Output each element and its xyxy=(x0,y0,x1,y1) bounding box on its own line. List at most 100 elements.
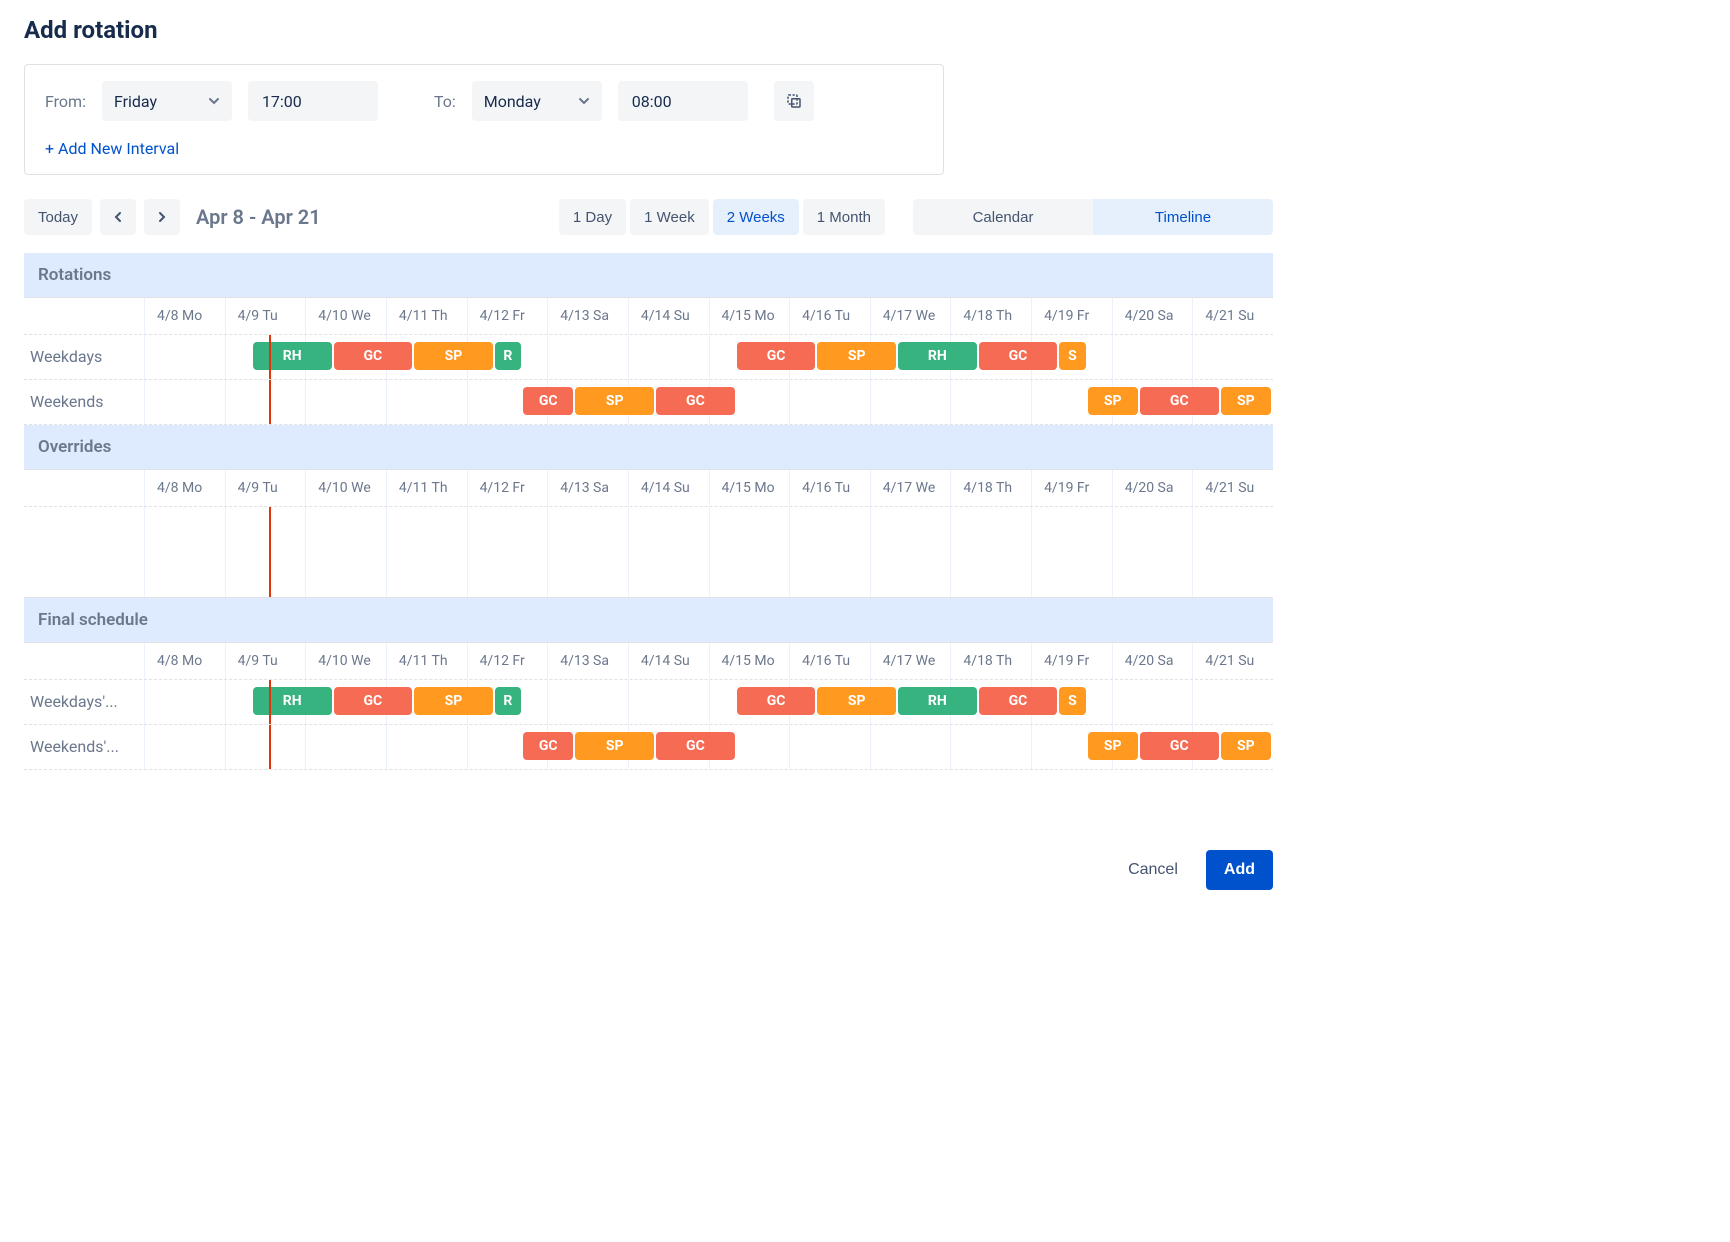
shift-GC[interactable]: GC xyxy=(979,342,1058,370)
section-final: Final schedule xyxy=(24,598,1273,642)
day-header-cell: 4/14 Su xyxy=(628,643,709,679)
day-header-cell: 4/12 Fr xyxy=(467,298,548,334)
shift-GC[interactable]: GC xyxy=(737,687,816,715)
section-overrides: Overrides xyxy=(24,425,1273,469)
to-day-select[interactable]: Monday xyxy=(472,81,602,121)
row-label: Weekends xyxy=(24,380,144,424)
shift-SP[interactable]: SP xyxy=(1088,732,1138,760)
from-day-select[interactable]: Friday xyxy=(102,81,232,121)
shift-SP[interactable]: SP xyxy=(575,732,654,760)
shift-GC[interactable]: GC xyxy=(334,342,413,370)
day-header-cell: 4/16 Tu xyxy=(789,470,870,506)
chevron-down-icon xyxy=(578,95,590,107)
shift-GC[interactable]: GC xyxy=(656,732,735,760)
today-button[interactable]: Today xyxy=(24,199,92,235)
lane-weekends: Weekends GCSPGCSPGCSP xyxy=(24,380,1273,425)
day-header-cell: 4/11 Th xyxy=(386,470,467,506)
shift-SP[interactable]: SP xyxy=(414,342,493,370)
day-header-cell: 4/10 We xyxy=(305,298,386,334)
shift-GC[interactable]: GC xyxy=(979,687,1058,715)
day-header-cell: 4/19 Fr xyxy=(1031,643,1112,679)
shift-SP[interactable]: SP xyxy=(817,687,896,715)
shift-GC[interactable]: GC xyxy=(737,342,816,370)
day-header-cell: 4/14 Su xyxy=(628,298,709,334)
day-header-cell: 4/17 We xyxy=(870,643,951,679)
shift-RH[interactable]: RH xyxy=(253,342,332,370)
shift-R[interactable]: R xyxy=(495,687,521,715)
day-header-cell: 4/16 Tu xyxy=(789,643,870,679)
day-header-cell: 4/13 Sa xyxy=(547,470,628,506)
shift-S[interactable]: S xyxy=(1059,342,1085,370)
shift-S[interactable]: S xyxy=(1059,687,1085,715)
add-button[interactable]: Add xyxy=(1206,850,1273,890)
dialog-footer: Cancel Add xyxy=(24,850,1273,890)
shift-GC[interactable]: GC xyxy=(523,387,573,415)
shift-R[interactable]: R xyxy=(495,342,521,370)
view-timeline[interactable]: Timeline xyxy=(1093,199,1273,235)
view-segment: Calendar Timeline xyxy=(913,199,1273,235)
shift-SP[interactable]: SP xyxy=(414,687,493,715)
to-label: To: xyxy=(434,92,456,111)
lane-final-weekdays: Weekdays'... RHGCSPRGCSPRHGCS xyxy=(24,680,1273,725)
day-header-cell: 4/12 Fr xyxy=(467,643,548,679)
day-header-cell: 4/9 Tu xyxy=(225,470,306,506)
day-header-cell: 4/18 Th xyxy=(950,470,1031,506)
day-header-cell: 4/14 Su xyxy=(628,470,709,506)
prev-button[interactable] xyxy=(100,199,136,235)
page-title: Add rotation xyxy=(24,16,1273,44)
add-interval-link[interactable]: + Add New Interval xyxy=(45,139,179,158)
shift-GC[interactable]: GC xyxy=(1140,732,1219,760)
shift-SP[interactable]: SP xyxy=(1221,732,1271,760)
row-label: Weekdays'... xyxy=(24,680,144,724)
day-header-cell: 4/12 Fr xyxy=(467,470,548,506)
row-label: Weekdays xyxy=(24,335,144,379)
view-calendar[interactable]: Calendar xyxy=(913,199,1093,235)
day-header-cell: 4/8 Mo xyxy=(144,298,225,334)
overrides-empty xyxy=(24,507,1273,598)
day-header-cell: 4/21 Su xyxy=(1192,643,1273,679)
to-time-input[interactable]: 08:00 xyxy=(618,81,748,121)
lane-weekdays: Weekdays RHGCSPRGCSPRHGCS xyxy=(24,335,1273,380)
day-header-cell: 4/19 Fr xyxy=(1031,298,1112,334)
timeline-toolbar: Today Apr 8 - Apr 21 1 Day 1 Week 2 Week… xyxy=(24,199,1273,235)
period-1month[interactable]: 1 Month xyxy=(803,199,885,235)
copy-interval-button[interactable] xyxy=(774,81,814,121)
period-2weeks[interactable]: 2 Weeks xyxy=(713,199,799,235)
day-header-cell: 4/20 Sa xyxy=(1112,643,1193,679)
period-segment: 1 Day 1 Week 2 Weeks 1 Month xyxy=(559,199,885,235)
day-header-cell: 4/21 Su xyxy=(1192,298,1273,334)
day-header-cell: 4/21 Su xyxy=(1192,470,1273,506)
day-header: 4/8 Mo4/9 Tu4/10 We4/11 Th4/12 Fr4/13 Sa… xyxy=(24,470,1273,507)
chevron-left-icon xyxy=(112,211,124,223)
shift-SP[interactable]: SP xyxy=(1221,387,1271,415)
day-header-cell: 4/10 We xyxy=(305,643,386,679)
row-label: Weekends'... xyxy=(24,725,144,769)
day-header-cell: 4/9 Tu xyxy=(225,298,306,334)
period-1week[interactable]: 1 Week xyxy=(630,199,709,235)
date-range-label: Apr 8 - Apr 21 xyxy=(196,205,321,229)
shift-GC[interactable]: GC xyxy=(334,687,413,715)
shift-SP[interactable]: SP xyxy=(1088,387,1138,415)
shift-SP[interactable]: SP xyxy=(575,387,654,415)
shift-RH[interactable]: RH xyxy=(898,687,977,715)
day-header-cell: 4/15 Mo xyxy=(709,470,790,506)
period-1day[interactable]: 1 Day xyxy=(559,199,626,235)
cancel-button[interactable]: Cancel xyxy=(1116,850,1190,890)
day-header-cell: 4/20 Sa xyxy=(1112,470,1193,506)
day-header-cell: 4/8 Mo xyxy=(144,643,225,679)
day-header: 4/8 Mo4/9 Tu4/10 We4/11 Th4/12 Fr4/13 Sa… xyxy=(24,298,1273,335)
shift-RH[interactable]: RH xyxy=(898,342,977,370)
shift-RH[interactable]: RH xyxy=(253,687,332,715)
next-button[interactable] xyxy=(144,199,180,235)
day-header-cell: 4/10 We xyxy=(305,470,386,506)
day-header-cell: 4/11 Th xyxy=(386,298,467,334)
shift-GC[interactable]: GC xyxy=(1140,387,1219,415)
shift-GC[interactable]: GC xyxy=(656,387,735,415)
from-time-input[interactable]: 17:00 xyxy=(248,81,378,121)
chevron-down-icon xyxy=(208,95,220,107)
section-rotations: Rotations xyxy=(24,253,1273,297)
day-header-cell: 4/15 Mo xyxy=(709,298,790,334)
shift-SP[interactable]: SP xyxy=(817,342,896,370)
day-header-cell: 4/13 Sa xyxy=(547,643,628,679)
shift-GC[interactable]: GC xyxy=(523,732,573,760)
